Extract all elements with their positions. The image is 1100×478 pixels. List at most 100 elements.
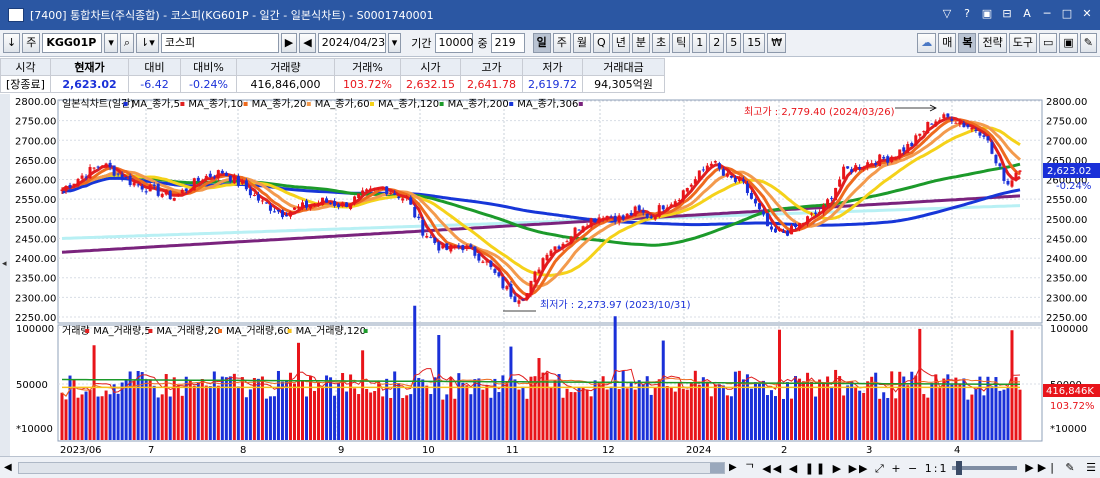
multi-button[interactable]: 복: [958, 33, 977, 53]
settings-icon[interactable]: ☰: [1086, 461, 1100, 474]
volume-bar: [878, 398, 882, 440]
scale-icon[interactable]: ᄀ: [745, 462, 757, 475]
horizontal-scrollbar[interactable]: [17, 461, 725, 474]
step-back-icon[interactable]: ◀: [789, 462, 799, 475]
folder-icon[interactable]: ▭: [1038, 33, 1058, 53]
scroll-left-icon[interactable]: ◀: [4, 462, 12, 473]
volume-bar: [120, 382, 124, 440]
candle-body: [409, 197, 413, 205]
date-dropdown-icon[interactable]: ▾: [387, 33, 402, 53]
candle-body: [641, 210, 645, 213]
pause-icon[interactable]: ❚❚: [805, 462, 827, 475]
candle-body: [757, 203, 761, 210]
volume-bar: [733, 371, 737, 440]
skip-end-icon[interactable]: ▶▶|: [1025, 461, 1058, 474]
code-dropdown-icon[interactable]: ▾: [104, 33, 118, 53]
volume-bar: [713, 384, 717, 440]
font-icon[interactable]: A: [1020, 7, 1034, 21]
interval-week[interactable]: 주: [552, 33, 571, 53]
volume-bar: [966, 399, 970, 440]
edit-icon[interactable]: ✎: [1065, 461, 1078, 474]
count-input[interactable]: 219: [490, 33, 525, 53]
candle-body: [645, 213, 649, 218]
candle-body: [601, 218, 605, 220]
buy-button[interactable]: 매: [938, 33, 957, 53]
candle-body: [786, 230, 790, 236]
volume-bar: [176, 385, 180, 440]
back-icon[interactable]: ◀: [299, 33, 316, 53]
candle-body: [569, 236, 573, 244]
interval-quarter[interactable]: Q: [593, 33, 610, 53]
interval-minute[interactable]: 분: [631, 33, 650, 53]
volume-bar: [677, 382, 681, 440]
sort-icon[interactable]: ⇂▾: [136, 33, 159, 53]
fast-forward-icon[interactable]: ▶▶: [849, 462, 870, 475]
interval-5[interactable]: 5: [726, 33, 742, 53]
rewind-icon[interactable]: ◀◀: [762, 462, 783, 475]
stock-chart[interactable]: ◂ 2800.00 2800.00 2750.00 2750.00 2700.00 270…: [0, 94, 1100, 456]
header-open: 시가: [400, 58, 461, 76]
zoom-slider-thumb[interactable]: [956, 460, 963, 475]
down-arrow-icon[interactable]: ↓: [3, 33, 21, 53]
volume-bar: [228, 376, 232, 440]
zoom-in-icon[interactable]: +: [891, 462, 902, 475]
candle-body: [240, 181, 244, 184]
candle-body: [393, 193, 397, 195]
code-input[interactable]: KGG01P: [42, 33, 103, 53]
interval-month[interactable]: 월: [572, 33, 592, 53]
volume-bar: [810, 381, 814, 440]
interval-1[interactable]: 1: [692, 33, 708, 53]
candle-body: [469, 244, 473, 247]
price-tick-right: 2450.00: [1046, 234, 1087, 245]
volume-bar: [361, 350, 365, 440]
candle-body: [248, 189, 252, 196]
interval-day[interactable]: 일: [532, 33, 551, 53]
price-tick-right: 2350.00: [1046, 274, 1087, 285]
volume-bar: [465, 385, 469, 440]
volume-bar: [898, 371, 902, 440]
search-icon[interactable]: ⌕: [119, 33, 135, 53]
interval-year[interactable]: 년: [611, 33, 630, 53]
save-icon[interactable]: ▣: [1059, 33, 1078, 53]
zoom-slider[interactable]: [952, 460, 1018, 475]
help-icon[interactable]: ?: [960, 7, 974, 21]
currency-button[interactable]: ₩: [767, 33, 787, 53]
dropdown-icon[interactable]: ▽: [940, 7, 954, 21]
interval-15[interactable]: 15: [743, 33, 766, 53]
volume-bar: [88, 389, 92, 440]
minimize-button[interactable]: ─: [1040, 7, 1054, 21]
fit-icon[interactable]: ⤢: [875, 462, 886, 475]
date-input[interactable]: 2024/04/23: [317, 33, 386, 53]
maximize-button[interactable]: □: [1060, 7, 1074, 21]
interval-second[interactable]: 초: [651, 33, 671, 53]
play-icon[interactable]: ▶: [280, 33, 298, 53]
zoom-out-icon[interactable]: −: [908, 462, 919, 475]
side-expand-icon[interactable]: ◂: [2, 259, 7, 269]
pin-icon[interactable]: ▣: [980, 7, 994, 21]
cloud-icon[interactable]: ☁: [917, 33, 937, 53]
close-button[interactable]: ✕: [1080, 7, 1094, 21]
volume-bar: [958, 384, 962, 440]
volume-bar: [272, 396, 276, 440]
strategy-button[interactable]: 전략: [978, 33, 1007, 53]
layout-icon[interactable]: ⊟: [1000, 7, 1014, 21]
interval-tick[interactable]: 틱: [672, 33, 691, 53]
market-select[interactable]: 주: [22, 33, 41, 53]
candle-body: [301, 202, 305, 209]
volume-bar: [288, 372, 292, 440]
volume-bar: [188, 380, 192, 440]
volume-tick-right: 100000: [1050, 324, 1088, 335]
volume-bar: [224, 377, 228, 440]
period-input[interactable]: 10000: [434, 33, 474, 53]
scroll-thumb[interactable]: [709, 462, 724, 473]
interval-2[interactable]: 2: [709, 33, 725, 53]
candle-body: [164, 189, 168, 195]
volume-bar: [802, 381, 806, 440]
tools-button[interactable]: 도구: [1008, 33, 1037, 53]
candle-body: [990, 142, 994, 154]
volume-tick-left: 50000: [16, 380, 48, 391]
wrench-icon[interactable]: ✎: [1079, 33, 1097, 53]
scroll-right-icon[interactable]: ▶: [729, 462, 737, 473]
step-forward-icon[interactable]: ▶: [833, 462, 843, 475]
left-side-panel[interactable]: [0, 94, 10, 456]
